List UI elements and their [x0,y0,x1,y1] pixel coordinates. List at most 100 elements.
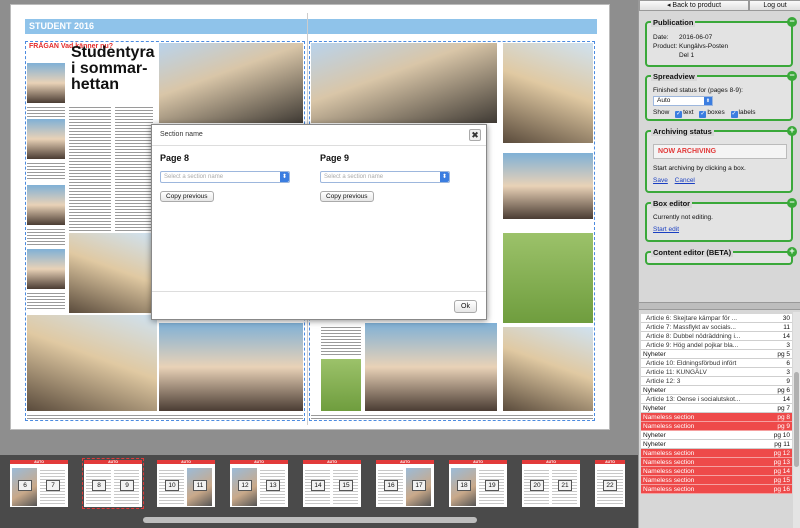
product-row: Product: Kungälvs-Posten [653,42,787,51]
row-value: 14 [782,333,790,340]
row-name: Nyheter [643,405,666,412]
section-row[interactable]: Nyheter pg 11 [641,440,792,449]
nameless-section-row[interactable]: Nameless section pg 14 [641,467,792,476]
thumbnail-status-label: AUTO [254,460,264,464]
collapse-icon[interactable]: − [787,17,797,27]
row-name: Article 12: 3 [646,378,681,385]
nameless-section-row[interactable]: Nameless section pg 13 [641,458,792,467]
box-editor-title: Box editor [651,199,693,208]
sidebar-splitter[interactable] [639,302,800,310]
show-options-row: Show ✓ text ✓ boxes ✓ labels [653,109,787,118]
dialog-divider [152,145,486,146]
labels-checkbox[interactable]: ✓ [730,111,738,118]
horizontal-scrollbar[interactable] [143,517,477,523]
finished-status-label: Finished status for (pages 8-9): [653,87,743,94]
page-thumbnail[interactable]: AUTO 22 [595,460,625,507]
content-editor-title: Content editor (BETA) [651,248,734,257]
thumbnail-status-label: AUTO [181,460,191,464]
right-sidebar: ◂ Back to product Log out Publication − … [638,0,800,528]
thumbnail-page-number: 17 [412,480,426,491]
nameless-section-row[interactable]: Nameless section pg 12 [641,449,792,458]
scrollbar-thumb[interactable] [794,372,799,467]
section-row[interactable]: Nyheter pg 6 [641,386,792,395]
thumbnail-status-label: AUTO [473,460,483,464]
spreadview-panel: Spreadview − Finished status for (pages … [645,71,797,121]
collapse-icon[interactable]: − [787,198,797,208]
dialog-title: Section name [160,131,203,138]
thumbnail-page-number: 13 [266,480,280,491]
row-value: pg 8 [777,414,790,421]
nameless-section-row[interactable]: Nameless section pg 16 [641,485,792,494]
page-8-section-select[interactable]: Select a section name ⬍ [160,171,290,183]
article-row[interactable]: Article 12: 3 9 [641,377,792,386]
page-thumbnail[interactable]: AUTO 8 9 [82,458,144,509]
spread-header-bar: STUDENT 2016 [25,19,597,34]
page-thumbnail[interactable]: AUTO 10 11 [157,460,215,507]
text-checkbox[interactable]: ✓ [675,111,683,118]
spreadview-title: Spreadview [651,72,697,81]
finished-status-select[interactable]: Auto ⬍ [653,96,713,106]
thumbnail-status-label: AUTO [34,460,44,464]
thumbnail-page-number: 18 [457,480,471,491]
thumbnail-page-number: 22 [603,480,617,491]
section-row[interactable]: Nyheter pg 5 [641,350,792,359]
expand-icon[interactable]: + [787,247,797,257]
nameless-section-row[interactable]: Nameless section pg 15 [641,476,792,485]
page-thumbnail[interactable]: AUTO 20 21 [522,460,580,507]
thumbnail-page-number: 15 [339,480,353,491]
row-name: Article 10: Eldningsförbud infört [646,360,737,367]
article-row[interactable]: Article 9: Hög andel pojkar bla... 3 [641,341,792,350]
section-row[interactable]: Nyheter pg 10 [641,431,792,440]
page-thumbnail[interactable]: AUTO 16 17 [376,460,434,507]
section-row[interactable]: Nyheter pg 7 [641,404,792,413]
boxes-checkbox-label: boxes [707,109,725,116]
boxes-checkbox[interactable]: ✓ [699,111,707,118]
page-thumbnail[interactable]: AUTO 12 13 [230,460,288,507]
ok-button[interactable]: Ok [454,300,477,313]
page-thumbnail[interactable]: AUTO 6 7 [10,460,68,507]
article-row[interactable]: Article 6: Skejtare kämpar för ... 30 [641,314,792,323]
thumbnail-status-label: AUTO [327,460,337,464]
back-to-product-button[interactable]: ◂ Back to product [639,0,749,11]
vertical-scrollbar[interactable] [793,312,800,528]
box-editor-panel: Box editor − Currently not editing. Star… [645,198,797,242]
archiving-title: Archiving status [651,127,714,136]
box-editor-status: Currently not editing. [653,214,713,221]
archiving-status-badge: NOW ARCHIVING [653,144,787,159]
article-row[interactable]: Article 13: Oense i socialutskot... 14 [641,395,792,404]
page-8-copy-previous-button[interactable]: Copy previous [160,191,214,202]
row-value: 9 [786,378,790,385]
expand-icon[interactable]: + [787,126,797,136]
article-row[interactable]: Article 10: Eldningsförbud infört 6 [641,359,792,368]
page-thumbnail[interactable]: AUTO 18 19 [449,460,507,507]
page-thumbnail-strip: AUTO 6 7 AUTO 8 9 AUTO 10 11 AUTO 12 13 AUTO 14 15 AUTO… [0,455,638,528]
spread-canvas: STUDENT 2016 FRÅGAN Vad känner nu? Stude… [0,0,638,455]
start-edit-link[interactable]: Start edit [653,226,679,233]
labels-checkbox-label: labels [738,109,756,116]
text-checkbox-label: text [683,109,694,116]
page-9-section-select[interactable]: Select a section name ⬍ [320,171,450,183]
save-link[interactable]: Save [653,177,668,184]
page-9-copy-previous-button[interactable]: Copy previous [320,191,374,202]
thumbnail-page-number: 7 [46,480,60,491]
part-row: Del 1 [653,51,787,60]
row-value: pg 11 [774,441,790,448]
date-key: Date: [653,34,669,41]
page-9-label: Page 9 [320,153,350,163]
nameless-section-row[interactable]: Nameless section pg 8 [641,413,792,422]
article-row[interactable]: Article 8: Dubbel nödräddning i... 14 [641,332,792,341]
cancel-link[interactable]: Cancel [675,177,695,184]
nameless-section-row[interactable]: Nameless section pg 9 [641,422,792,431]
collapse-icon[interactable]: − [787,71,797,81]
publication-title: Publication [651,18,696,27]
logout-button[interactable]: Log out [749,0,800,11]
page-thumbnail[interactable]: AUTO 14 15 [303,460,361,507]
close-icon[interactable]: ✖ [469,129,481,141]
date-value: 2016-06-07 [679,34,713,41]
archiving-panel: Archiving status + NOW ARCHIVING Start a… [645,126,797,193]
row-value: pg 12 [773,450,790,457]
row-name: Article 8: Dubbel nödräddning i... [646,333,741,340]
row-value: pg 6 [777,387,790,394]
article-row[interactable]: Article 11: KUNGÄLV 3 [641,368,792,377]
article-row[interactable]: Article 7: Massflykt av socials... 11 [641,323,792,332]
